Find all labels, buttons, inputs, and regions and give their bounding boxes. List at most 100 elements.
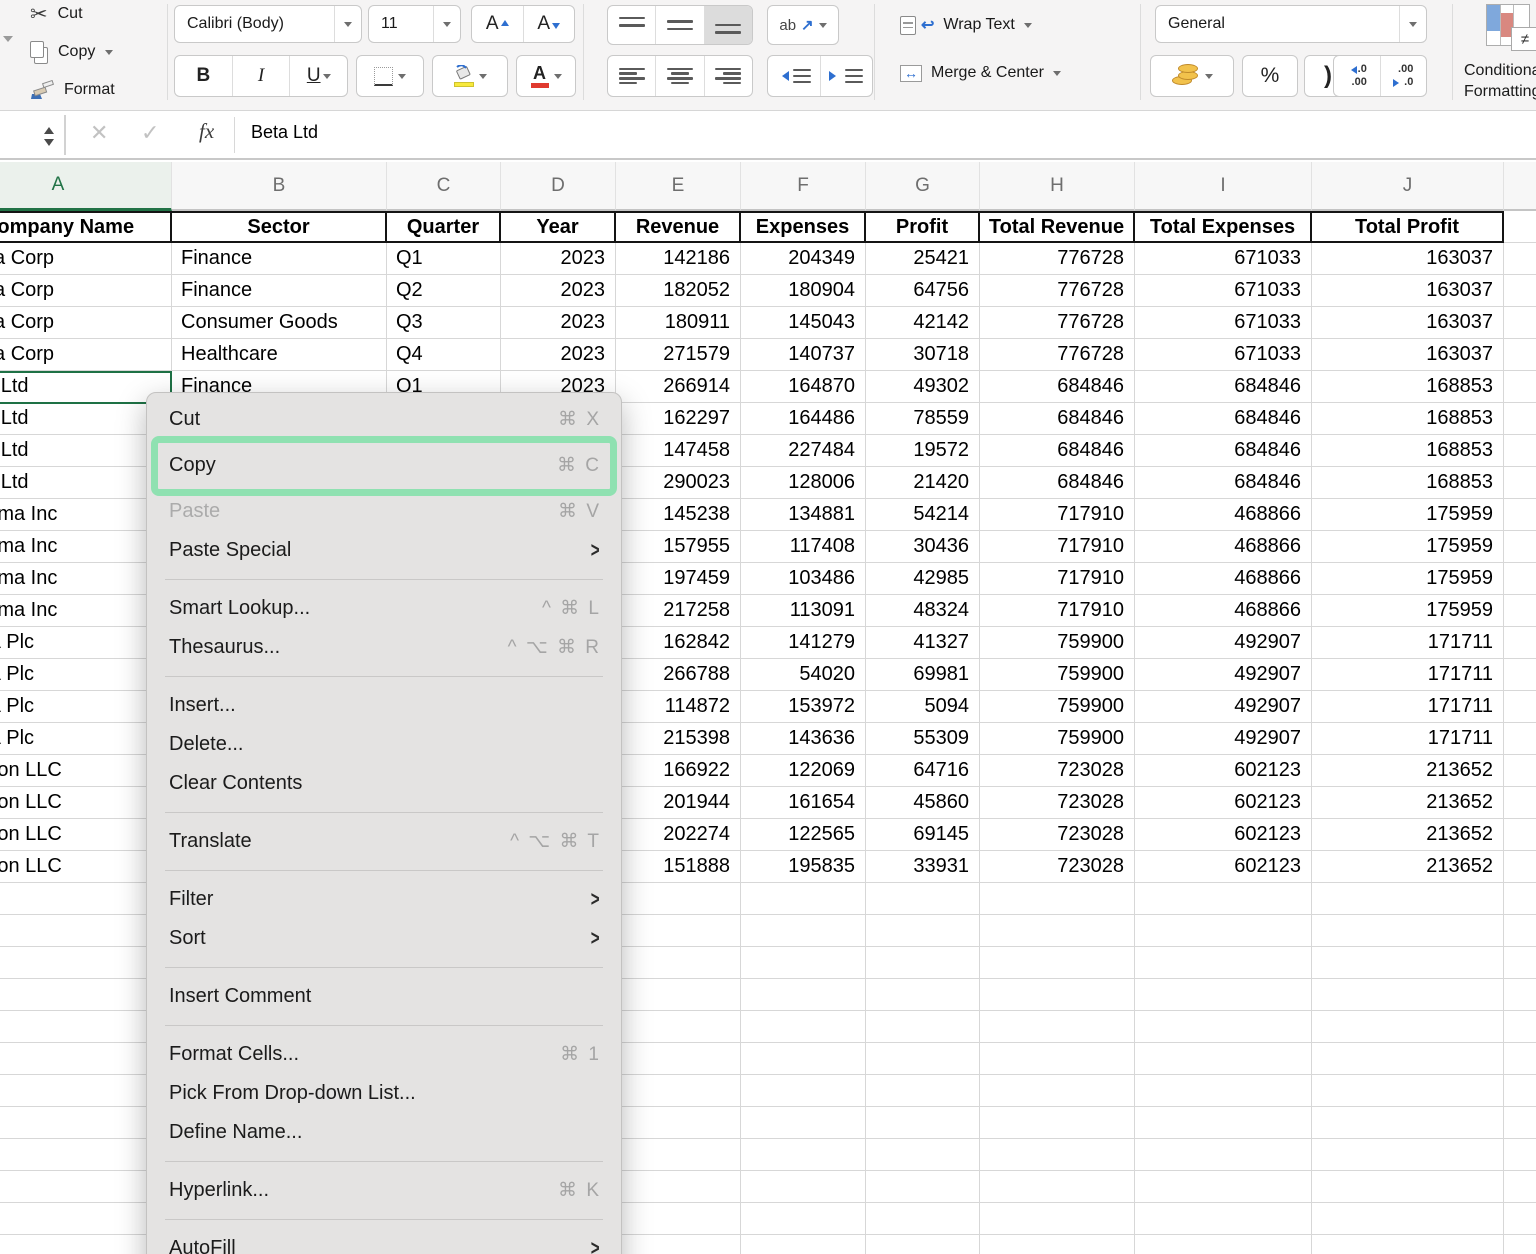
cell-K33[interactable] — [1504, 1235, 1536, 1254]
cell-H28[interactable] — [980, 1075, 1135, 1107]
align-bottom-button[interactable] — [704, 6, 752, 44]
menu-item-delete[interactable]: Delete... — [147, 725, 621, 764]
cell-K29[interactable] — [1504, 1107, 1536, 1139]
cell-J13[interactable]: 175959 — [1312, 595, 1504, 627]
decrease-font-size-button[interactable]: A — [523, 6, 575, 42]
cell-H31[interactable] — [980, 1171, 1135, 1203]
cell-D1[interactable]: Year — [501, 211, 616, 243]
cell-J19[interactable]: 213652 — [1312, 787, 1504, 819]
cell-H1[interactable]: Total Revenue — [980, 211, 1135, 243]
cell-F8[interactable]: 227484 — [741, 435, 866, 467]
cell-F3[interactable]: 180904 — [741, 275, 866, 307]
cell-B2[interactable]: Finance — [172, 243, 387, 275]
cell-B4[interactable]: Consumer Goods — [172, 307, 387, 339]
cell-J8[interactable]: 168853 — [1312, 435, 1504, 467]
cell-H11[interactable]: 717910 — [980, 531, 1135, 563]
cell-J3[interactable]: 163037 — [1312, 275, 1504, 307]
cell-D5[interactable]: 2023 — [501, 339, 616, 371]
cell-K25[interactable] — [1504, 979, 1536, 1011]
cell-F26[interactable] — [741, 1011, 866, 1043]
cell-E30[interactable] — [616, 1139, 741, 1171]
cell-F19[interactable]: 161654 — [741, 787, 866, 819]
menu-item-paste-special[interactable]: Paste Special> — [147, 531, 621, 570]
cell-I31[interactable] — [1135, 1171, 1312, 1203]
cell-G19[interactable]: 45860 — [866, 787, 980, 819]
cell-F24[interactable] — [741, 947, 866, 979]
menu-item-autofill[interactable]: AutoFill> — [147, 1229, 621, 1254]
cell-J29[interactable] — [1312, 1107, 1504, 1139]
cell-I32[interactable] — [1135, 1203, 1312, 1235]
cell-E6[interactable]: 266914 — [616, 371, 741, 403]
cell-G27[interactable] — [866, 1043, 980, 1075]
cell-I20[interactable]: 602123 — [1135, 819, 1312, 851]
cell-G21[interactable]: 33931 — [866, 851, 980, 883]
cell-J7[interactable]: 168853 — [1312, 403, 1504, 435]
menu-item-thesaurus[interactable]: Thesaurus...^ ⌥ ⌘ R — [147, 628, 621, 667]
cell-F10[interactable]: 134881 — [741, 499, 866, 531]
cell-F22[interactable] — [741, 883, 866, 915]
conditional-formatting-label[interactable]: Conditional Formatting — [1464, 60, 1536, 102]
menu-item-pick-from-drop-down-list[interactable]: Pick From Drop-down List... — [147, 1074, 621, 1113]
cell-H26[interactable] — [980, 1011, 1135, 1043]
percent-style-button[interactable]: % — [1242, 55, 1298, 97]
cell-I28[interactable] — [1135, 1075, 1312, 1107]
text-orientation-button[interactable]: ab↗ — [767, 5, 839, 45]
cell-F4[interactable]: 145043 — [741, 307, 866, 339]
cell-K26[interactable] — [1504, 1011, 1536, 1043]
cell-F11[interactable]: 117408 — [741, 531, 866, 563]
cell-G6[interactable]: 49302 — [866, 371, 980, 403]
cell-G33[interactable] — [866, 1235, 980, 1254]
cell-H19[interactable]: 723028 — [980, 787, 1135, 819]
cell-E2[interactable]: 142186 — [616, 243, 741, 275]
cell-J26[interactable] — [1312, 1011, 1504, 1043]
cell-K19[interactable] — [1504, 787, 1536, 819]
underline-button[interactable]: U — [289, 56, 347, 96]
cell-K12[interactable] — [1504, 563, 1536, 595]
column-header-H[interactable]: H — [980, 162, 1135, 211]
cell-E4[interactable]: 180911 — [616, 307, 741, 339]
cell-E1[interactable]: Revenue — [616, 211, 741, 243]
cell-A1[interactable]: Company Name — [0, 211, 172, 243]
cell-E14[interactable]: 162842 — [616, 627, 741, 659]
cell-I30[interactable] — [1135, 1139, 1312, 1171]
cell-H17[interactable]: 759900 — [980, 723, 1135, 755]
cell-H12[interactable]: 717910 — [980, 563, 1135, 595]
cancel-entry-icon[interactable]: ✕ — [90, 120, 108, 146]
cell-K23[interactable] — [1504, 915, 1536, 947]
bold-button[interactable]: B — [175, 56, 232, 96]
cell-J14[interactable]: 171711 — [1312, 627, 1504, 659]
cell-I27[interactable] — [1135, 1043, 1312, 1075]
cell-E22[interactable] — [616, 883, 741, 915]
menu-item-copy[interactable]: Copy⌘ C — [151, 436, 617, 496]
align-center-button[interactable] — [655, 56, 703, 96]
cell-E20[interactable]: 202274 — [616, 819, 741, 851]
menu-item-clear-contents[interactable]: Clear Contents — [147, 764, 621, 803]
number-format-select[interactable]: General — [1155, 5, 1427, 43]
cell-G13[interactable]: 48324 — [866, 595, 980, 627]
increase-font-size-button[interactable]: A — [472, 6, 523, 42]
cell-I23[interactable] — [1135, 915, 1312, 947]
cell-I1[interactable]: Total Expenses — [1135, 211, 1312, 243]
cell-K2[interactable] — [1504, 243, 1536, 275]
cell-F23[interactable] — [741, 915, 866, 947]
cell-H15[interactable]: 759900 — [980, 659, 1135, 691]
cell-F27[interactable] — [741, 1043, 866, 1075]
cell-H22[interactable] — [980, 883, 1135, 915]
insert-function-icon[interactable]: fx — [199, 119, 214, 144]
menu-item-define-name[interactable]: Define Name... — [147, 1113, 621, 1152]
column-header-B[interactable]: B — [172, 162, 387, 211]
cell-E17[interactable]: 215398 — [616, 723, 741, 755]
cell-F15[interactable]: 54020 — [741, 659, 866, 691]
cell-A5[interactable]: Alpha Corp — [0, 339, 172, 371]
cell-J16[interactable]: 171711 — [1312, 691, 1504, 723]
merge-center-button[interactable]: ↔ Merge & Center — [900, 58, 1061, 88]
cell-H32[interactable] — [980, 1203, 1135, 1235]
cell-G9[interactable]: 21420 — [866, 467, 980, 499]
cell-F9[interactable]: 128006 — [741, 467, 866, 499]
cell-K27[interactable] — [1504, 1043, 1536, 1075]
cell-H21[interactable]: 723028 — [980, 851, 1135, 883]
cell-G32[interactable] — [866, 1203, 980, 1235]
column-header-G[interactable]: G — [866, 162, 980, 211]
cell-E12[interactable]: 197459 — [616, 563, 741, 595]
cell-G4[interactable]: 42142 — [866, 307, 980, 339]
